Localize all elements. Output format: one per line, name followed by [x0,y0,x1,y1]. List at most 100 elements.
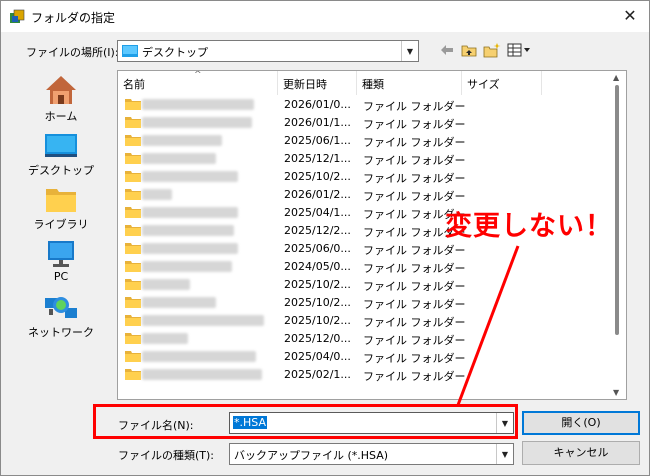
new-folder-icon [483,43,501,58]
file-row[interactable]: 2025/12/0... ファイル フォルダー [118,329,610,347]
file-row[interactable]: 2026/01/0... ファイル フォルダー [118,95,610,113]
annotation-highlight-box [93,404,518,439]
back-button[interactable] [437,40,457,60]
title-bar: フォルダの指定 ✕ [0,0,650,32]
filetype-dropdown-arrow[interactable]: ▼ [496,444,513,464]
folder-icon [125,153,141,164]
file-type: ファイル フォルダー [363,100,466,113]
file-row[interactable]: 2025/10/2... ファイル フォルダー [118,275,610,293]
folder-icon [125,135,141,146]
file-name-redacted [142,153,216,164]
pc-icon [48,241,74,267]
place-library-label: ライブラリ [33,218,89,231]
desktop-icon [45,134,77,157]
folder-icon [125,117,141,128]
file-name-redacted [142,369,262,380]
place-desktop-label: デスクトップ [28,164,94,177]
place-library[interactable]: ライブラリ [22,186,100,236]
folder-icon [125,99,141,110]
desktop-small-icon [122,45,138,57]
window-title: フォルダの指定 [31,11,116,25]
file-name-redacted [142,297,216,308]
place-home-label: ホーム [44,110,78,123]
folder-icon [125,189,141,200]
file-row[interactable]: 2025/04/0... ファイル フォルダー [118,347,610,365]
places-bar: ホーム デスクトップ ライブラリ PC ネットワーク [22,70,100,400]
folder-up-button[interactable] [459,40,479,60]
file-type: ファイル フォルダー [363,334,466,347]
scroll-thumb[interactable] [615,85,619,335]
file-row[interactable]: 2025/10/2... ファイル フォルダー [118,167,610,185]
file-type: ファイル フォルダー [363,370,466,383]
view-menu-button[interactable] [506,40,532,60]
column-header-name[interactable]: 名前 ^ [118,71,278,95]
file-row[interactable]: 2025/10/2... ファイル フォルダー [118,293,610,311]
file-name-redacted [142,315,264,326]
place-home[interactable]: ホーム [22,74,100,124]
file-type: ファイル フォルダー [363,298,466,311]
file-name-redacted [142,225,234,236]
file-modified: 2025/12/2... [284,224,351,237]
file-row[interactable]: 2025/02/1... ファイル フォルダー [118,365,610,383]
file-modified: 2026/01/0... [284,98,351,111]
cancel-button[interactable]: キャンセル [522,441,640,465]
home-icon [46,76,76,104]
folder-icon [125,315,141,326]
location-label: ファイルの場所(I): [26,46,119,59]
network-icon [45,297,77,318]
file-name-redacted [142,189,172,200]
file-row[interactable]: 2025/10/2... ファイル フォルダー [118,311,610,329]
folder-up-icon [461,45,477,57]
file-modified: 2026/01/1... [284,116,351,129]
folder-icon [125,207,141,218]
file-name-redacted [142,171,238,182]
app-icon [10,9,25,23]
folder-icon [125,261,141,272]
column-header-size[interactable]: サイズ [462,71,542,95]
place-desktop[interactable]: デスクトップ [22,132,100,182]
folder-icon [125,279,141,290]
view-menu-icon [507,43,530,57]
location-value: デスクトップ [142,46,208,59]
file-name-redacted [142,135,222,146]
close-button[interactable]: ✕ [617,5,643,29]
file-name-redacted [142,207,238,218]
file-row[interactable]: 2025/06/1... ファイル フォルダー [118,131,610,149]
file-type: ファイル フォルダー [363,316,466,329]
place-network[interactable]: ネットワーク [22,292,100,342]
filetype-combo[interactable]: バックアップファイル (*.HSA) ▼ [229,443,514,465]
open-button[interactable]: 開く(O) [522,411,640,435]
folder-icon [125,297,141,308]
file-modified: 2025/12/0... [284,332,351,345]
column-header-type[interactable]: 種類 [357,71,462,95]
file-row[interactable]: 2026/01/1... ファイル フォルダー [118,113,610,131]
location-dropdown-arrow[interactable]: ▼ [401,41,418,61]
folder-icon [125,351,141,362]
column-header-modified[interactable]: 更新日時 [278,71,357,95]
folder-icon [125,333,141,344]
file-modified: 2025/06/0... [284,242,351,255]
file-type: ファイル フォルダー [363,280,466,293]
file-row[interactable]: 2024/05/0... ファイル フォルダー [118,257,610,275]
file-modified: 2025/12/1... [284,152,351,165]
scroll-down-arrow[interactable]: ▼ [613,388,619,397]
file-type: ファイル フォルダー [363,136,466,149]
file-type: ファイル フォルダー [363,172,466,185]
file-name-redacted [142,117,252,128]
file-modified: 2025/06/1... [284,134,351,147]
file-modified: 2026/01/2... [284,188,351,201]
scroll-up-arrow[interactable]: ▲ [613,73,619,82]
place-pc-label: PC [53,270,69,283]
file-row[interactable]: 2025/12/1... ファイル フォルダー [118,149,610,167]
new-folder-button[interactable] [482,40,502,60]
file-name-redacted [142,333,188,344]
back-icon [441,45,453,55]
location-combo[interactable]: デスクトップ ▼ [117,40,419,62]
folder-icon [125,243,141,254]
sort-ascending-icon: ^ [194,70,202,80]
filetype-label: ファイルの種類(T): [118,449,215,462]
file-modified: 2025/10/2... [284,278,351,291]
place-pc[interactable]: PC [22,240,100,290]
file-modified: 2025/10/2... [284,314,351,327]
file-row[interactable]: 2026/01/2... ファイル フォルダー [118,185,610,203]
